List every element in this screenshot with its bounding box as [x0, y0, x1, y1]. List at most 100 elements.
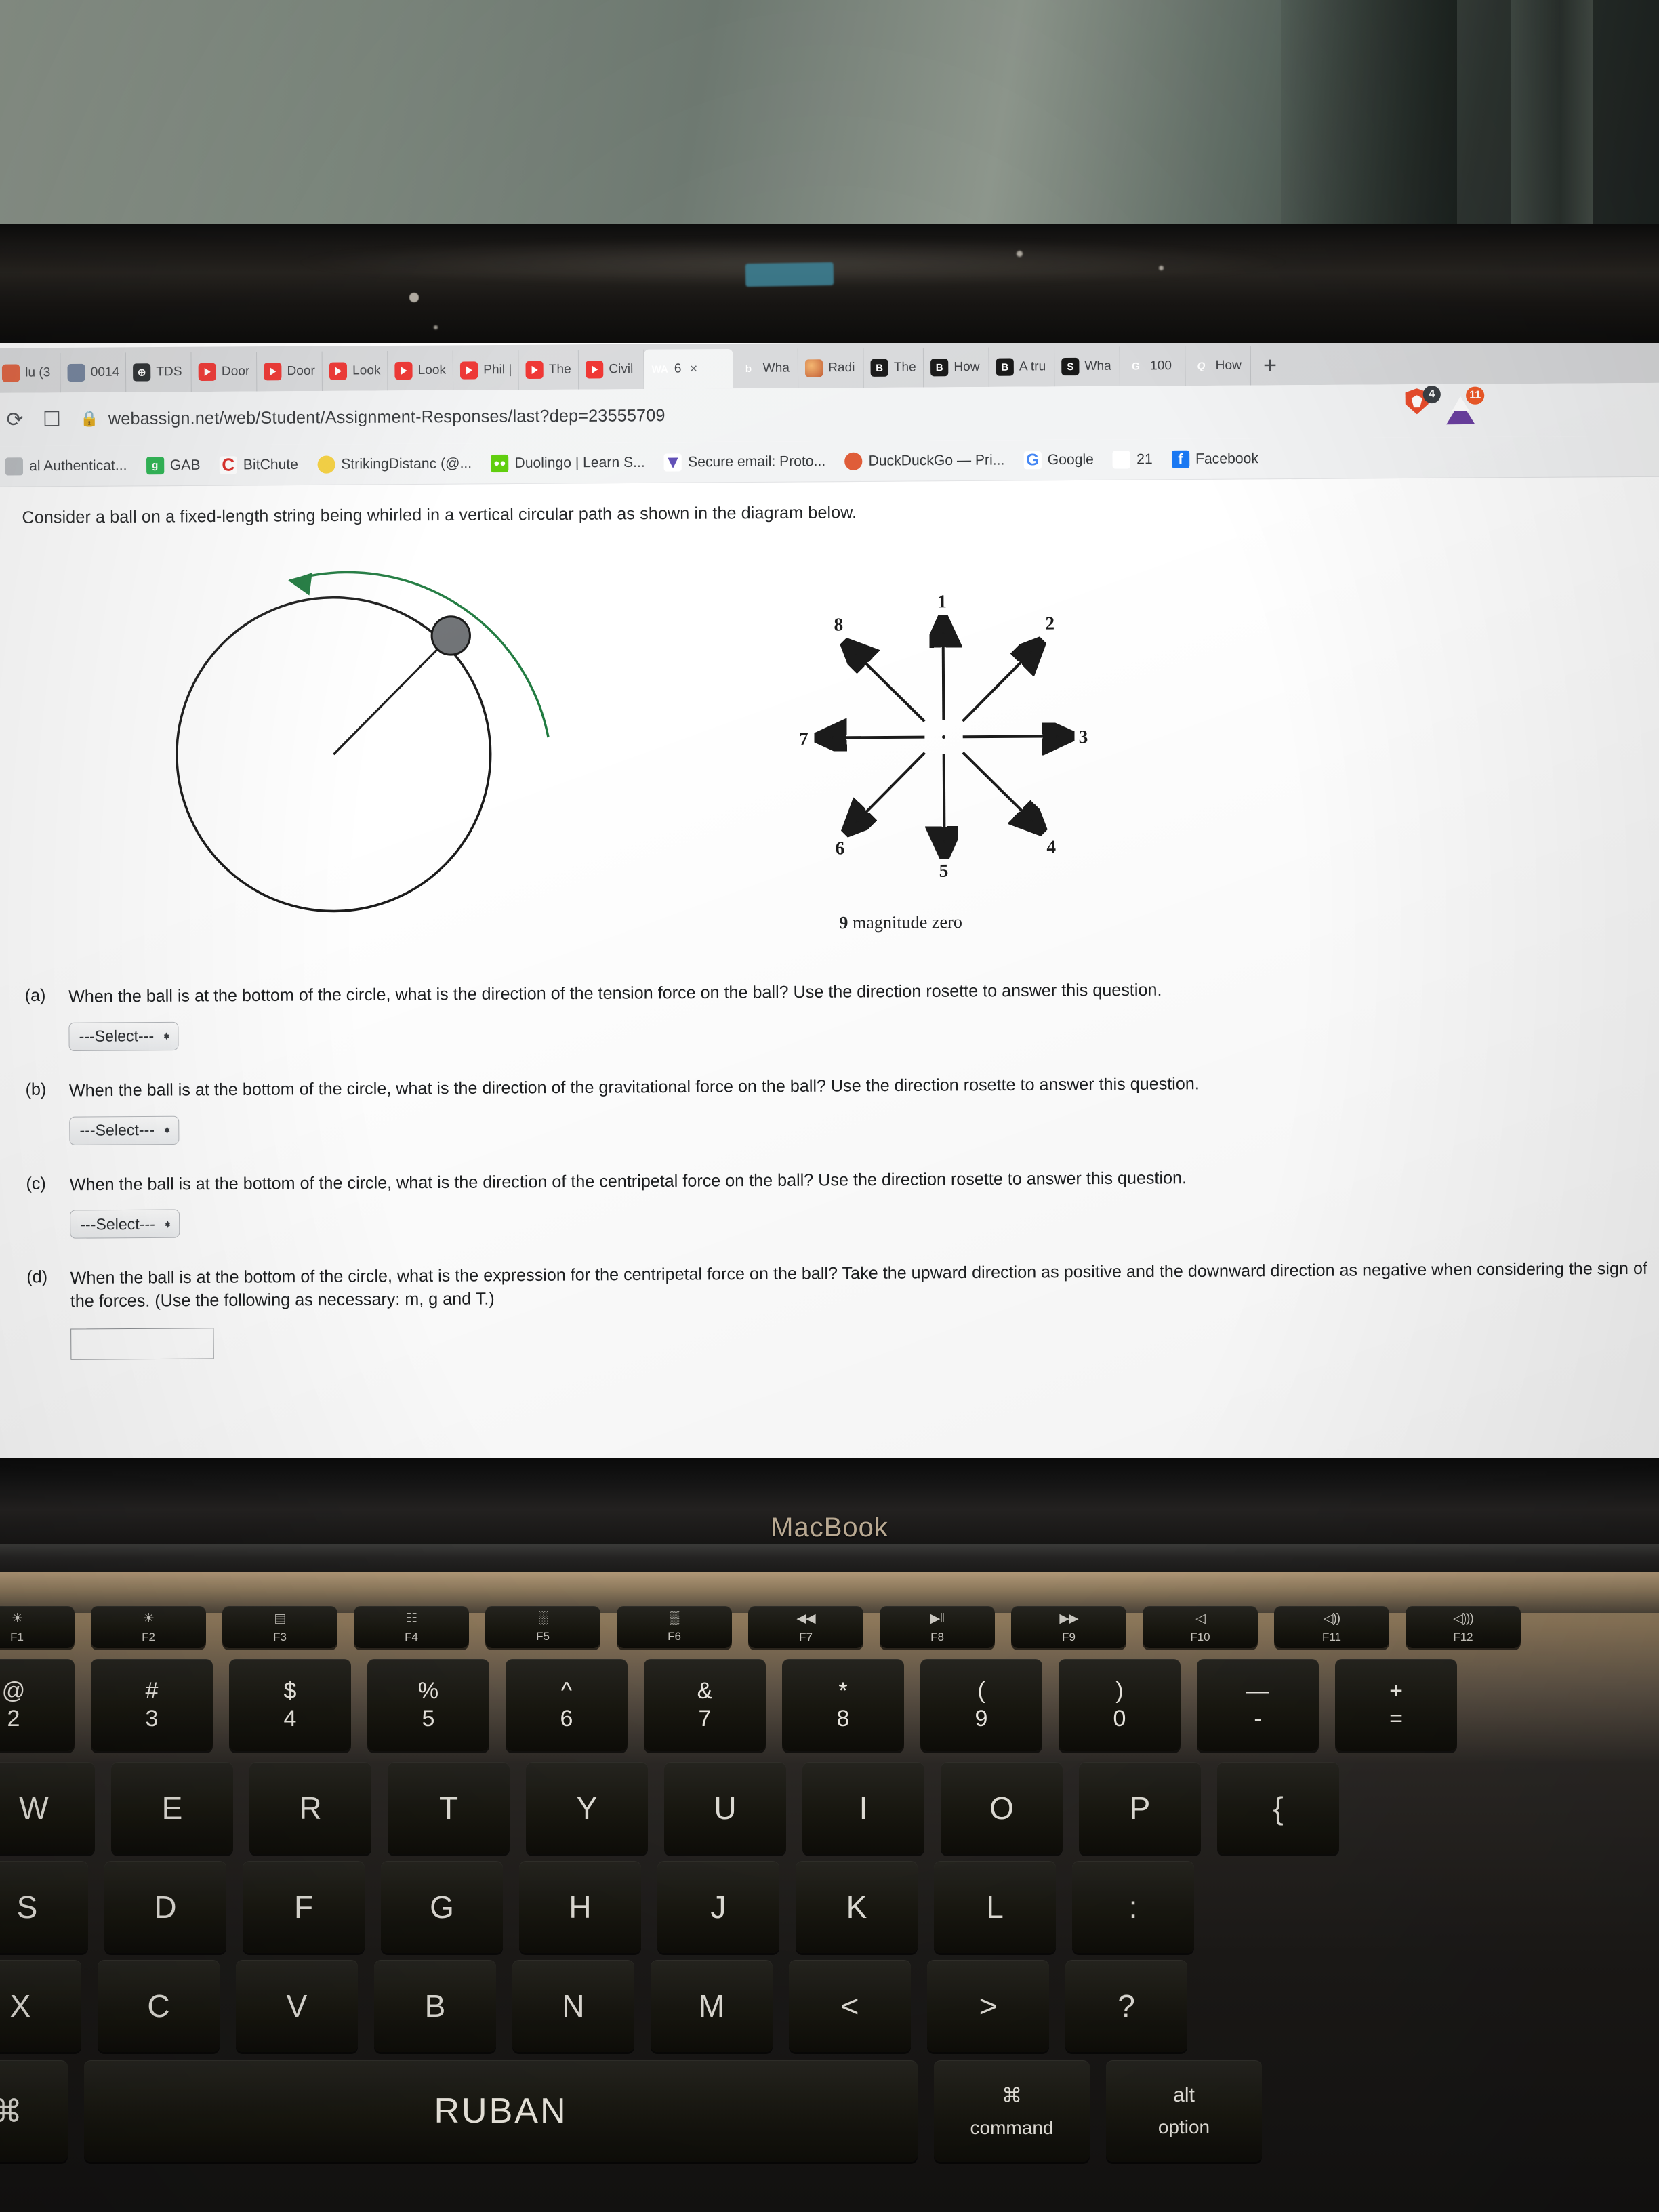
answer-text-input-d[interactable]	[70, 1327, 214, 1360]
browser-tab-18[interactable]: Q How	[1185, 346, 1252, 386]
key-f12[interactable]: ◁))) F12	[1406, 1606, 1521, 1648]
new-tab-button[interactable]: +	[1251, 346, 1290, 386]
key-f4[interactable]: ☷ F4	[354, 1606, 469, 1648]
key-9[interactable]: (9	[920, 1659, 1042, 1751]
browser-tab-6[interactable]: Look	[388, 350, 454, 391]
browser-tab-15[interactable]: B A tru	[989, 347, 1055, 387]
key-sym[interactable]: {	[1217, 1762, 1339, 1854]
key-sym[interactable]: <	[789, 1960, 911, 2052]
key-t[interactable]: T	[388, 1762, 510, 1854]
browser-tab-7[interactable]: Phil |	[453, 350, 519, 390]
key-sym[interactable]: ?	[1065, 1960, 1187, 2052]
key-f11[interactable]: ◁)) F11	[1274, 1606, 1389, 1648]
key-w[interactable]: W	[0, 1762, 95, 1854]
browser-tab-5[interactable]: Look	[322, 351, 388, 391]
bookmark-item-3[interactable]: StrikingDistanc (@...	[308, 455, 481, 474]
key-i[interactable]: I	[802, 1762, 924, 1854]
extension-triangle-icon[interactable]: 11	[1446, 386, 1485, 425]
key-s[interactable]: S	[0, 1861, 88, 1953]
key-f6[interactable]: ▒ F6	[617, 1606, 732, 1648]
key-c[interactable]: C	[98, 1960, 220, 2052]
bookmark-item-2[interactable]: C BitChute	[210, 454, 308, 475]
key-y[interactable]: Y	[526, 1762, 648, 1854]
key-f9[interactable]: ▶▶ F9	[1011, 1606, 1126, 1648]
browser-tab-0[interactable]: lu (3	[0, 352, 61, 393]
key-d[interactable]: D	[104, 1861, 226, 1953]
browser-tab-13[interactable]: B The	[863, 348, 924, 388]
key-2[interactable]: @2	[0, 1659, 75, 1751]
bookmark-item-7[interactable]: G Google	[1014, 451, 1103, 469]
browser-tab-label: Wha	[1084, 359, 1111, 373]
browser-tab-11[interactable]: b Wha	[733, 348, 799, 389]
tab-close-icon[interactable]: ×	[690, 361, 698, 377]
bookmark-item-6[interactable]: DuckDuckGo — Pri...	[835, 451, 1014, 470]
key-6[interactable]: ^ 6	[506, 1659, 628, 1751]
key--[interactable]: — -	[1197, 1659, 1319, 1751]
browser-tab-12[interactable]: Radi	[798, 348, 864, 388]
key-f[interactable]: F	[243, 1861, 365, 1953]
key-command-right[interactable]: ⌘ command	[934, 2060, 1090, 2162]
key-f3[interactable]: ▤ F3	[222, 1606, 337, 1648]
key-0[interactable]: ) 0	[1059, 1659, 1181, 1751]
key-3[interactable]: #3	[91, 1659, 213, 1751]
key-legend: >	[979, 1988, 998, 2024]
key-p[interactable]: P	[1079, 1762, 1201, 1854]
key-e[interactable]: E	[111, 1762, 233, 1854]
key-m[interactable]: M	[651, 1960, 773, 2052]
key-command-left[interactable]: ⌘	[0, 2060, 68, 2162]
bookmark-item-1[interactable]: g GAB	[137, 456, 210, 474]
key-u[interactable]: U	[664, 1762, 786, 1854]
key-7[interactable]: & 7	[644, 1659, 766, 1751]
address-bar[interactable]: 🔒 webassign.net/web/Student/Assignment-R…	[80, 406, 665, 429]
key-v[interactable]: V	[236, 1960, 358, 2052]
key-x[interactable]: X	[0, 1960, 81, 2052]
answer-select-a[interactable]: ---Select--- ▲ ▼	[68, 1021, 179, 1051]
key-spacebar[interactable]: RUBAN	[84, 2060, 918, 2162]
key-g[interactable]: G	[381, 1861, 503, 1953]
key-5[interactable]: % 5	[367, 1659, 489, 1751]
key-k[interactable]: K	[796, 1861, 918, 1953]
bookmark-star-icon[interactable]: ☐	[43, 407, 61, 431]
bookmark-item-4[interactable]: ●● Duolingo | Learn S...	[481, 453, 655, 472]
key-n[interactable]: N	[512, 1960, 634, 2052]
key-legend: L	[986, 1889, 1004, 1925]
browser-tab-9[interactable]: Civil	[578, 349, 644, 390]
reload-icon[interactable]: ⟳	[6, 407, 24, 431]
browser-tab-4[interactable]: Door	[257, 351, 323, 392]
browser-tab-10[interactable]: WA 6 ×	[644, 348, 733, 390]
browser-tab-17[interactable]: G 100	[1120, 346, 1186, 386]
key-8[interactable]: * 8	[782, 1659, 904, 1751]
browser-tab-14[interactable]: B How	[923, 347, 989, 388]
browser-tab-2[interactable]: ⊕ TDS	[125, 352, 192, 392]
key-sym[interactable]: :	[1072, 1861, 1194, 1953]
browser-tab-1[interactable]: 0014	[60, 352, 127, 393]
key-legend: M	[698, 1988, 725, 2024]
key-f8[interactable]: ▶‖ F8	[880, 1606, 995, 1648]
key-f1[interactable]: ☀ F1	[0, 1606, 75, 1648]
key-o[interactable]: O	[941, 1762, 1063, 1854]
bookmark-item-9[interactable]: f Facebook	[1162, 450, 1268, 468]
bookmark-item-0[interactable]: al Authenticat...	[0, 457, 137, 476]
key-f10[interactable]: ◁ F10	[1143, 1606, 1258, 1648]
key-l[interactable]: L	[934, 1861, 1056, 1953]
brave-shield-icon[interactable]: 4	[1405, 385, 1441, 417]
browser-tab-16[interactable]: S Wha	[1054, 346, 1120, 387]
key-h[interactable]: H	[519, 1861, 641, 1953]
key-f2[interactable]: ☀ F2	[91, 1606, 206, 1648]
key-legend: {	[1273, 1790, 1284, 1826]
bookmark-item-8[interactable]: 21	[1103, 450, 1162, 469]
key-j[interactable]: J	[657, 1861, 779, 1953]
key-b[interactable]: B	[374, 1960, 496, 2052]
key-sym[interactable]: >	[927, 1960, 1049, 2052]
key-=[interactable]: + =	[1335, 1659, 1457, 1751]
key-option-right[interactable]: alt option	[1106, 2060, 1262, 2162]
browser-tab-8[interactable]: The	[518, 350, 579, 390]
browser-tab-3[interactable]: Door	[191, 352, 258, 392]
key-r[interactable]: R	[249, 1762, 371, 1854]
answer-select-b[interactable]: ---Select--- ▲ ▼	[69, 1115, 180, 1145]
key-4[interactable]: $4	[229, 1659, 351, 1751]
key-f7[interactable]: ◀◀ F7	[748, 1606, 863, 1648]
bookmark-item-5[interactable]: ▼ Secure email: Proto...	[655, 451, 836, 472]
answer-select-c[interactable]: ---Select--- ▲ ▼	[70, 1209, 180, 1239]
key-f5[interactable]: ░ F5	[485, 1606, 600, 1648]
